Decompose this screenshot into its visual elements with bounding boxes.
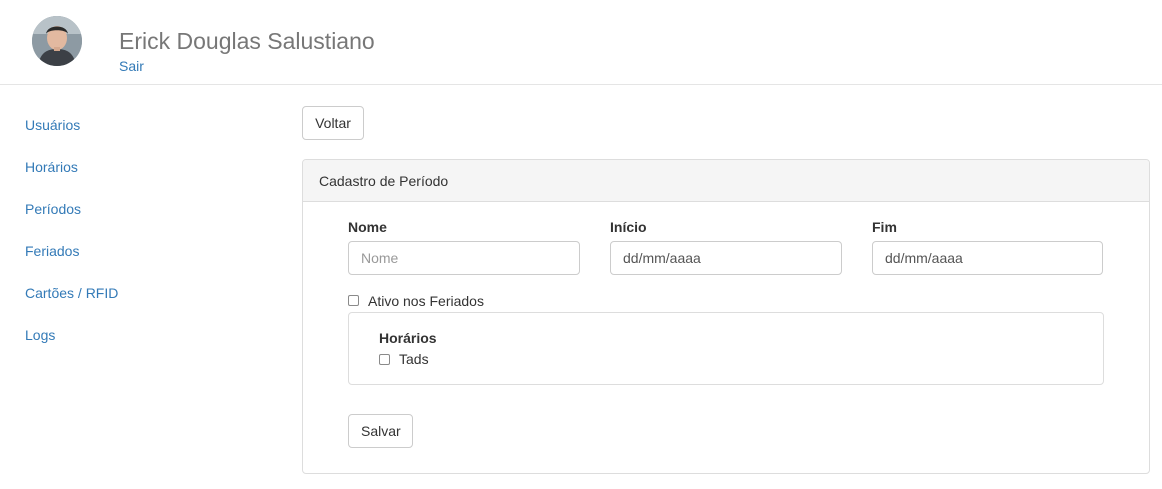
schedule-checkbox-tads[interactable] [379,354,390,365]
holiday-checkbox[interactable] [348,295,359,306]
holiday-checkbox-label: Ativo nos Feriados [368,293,484,309]
app-header: Erick Douglas Salustiano Sair [0,0,1162,85]
sidebar-item-cartoes-rfid[interactable]: Cartões / RFID [25,285,118,301]
save-button[interactable]: Salvar [348,414,413,448]
back-button[interactable]: Voltar [302,106,364,140]
sidebar-item-usuarios[interactable]: Usuários [25,117,80,133]
schedules-title: Horários [379,330,437,346]
sidebar-item-feriados[interactable]: Feriados [25,243,79,259]
sidebar-item-periodos[interactable]: Períodos [25,201,81,217]
user-name: Erick Douglas Salustiano [119,28,375,54]
schedule-checkbox-label: Tads [399,351,429,367]
start-date-input[interactable] [610,241,842,275]
name-label: Nome [348,219,387,235]
schedules-box: Horários Tads [348,312,1104,385]
avatar-icon [32,16,82,66]
panel-title: Cadastro de Período [319,173,449,189]
start-date-label: Início [610,219,647,235]
user-avatar[interactable] [32,16,82,66]
name-input[interactable] [348,241,580,275]
end-date-input[interactable] [872,241,1103,275]
logout-link[interactable]: Sair [119,58,144,74]
sidebar-item-logs[interactable]: Logs [25,327,55,343]
period-form-panel: Cadastro de Período Nome Início Fim Ativ… [302,159,1150,474]
end-date-label: Fim [872,219,897,235]
panel-heading: Cadastro de Período [303,160,1149,202]
sidebar-item-horarios[interactable]: Horários [25,159,78,175]
